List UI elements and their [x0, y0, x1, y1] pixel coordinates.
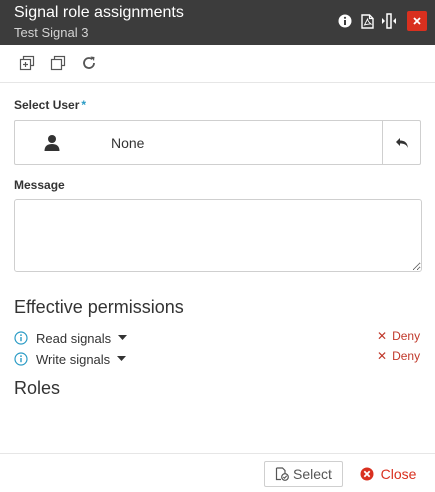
caret-down-icon[interactable]: [117, 356, 127, 362]
undo-arrow-icon: [396, 137, 408, 148]
select-user-label-text: Select User: [14, 98, 80, 112]
selected-user-value: None: [111, 135, 145, 151]
permission-row-read: Read signals: [14, 329, 128, 347]
user-icon: [43, 134, 61, 152]
select-button-label: Select: [293, 466, 332, 482]
toolbar-divider: [0, 82, 435, 83]
permission-status-read[interactable]: ✕ Deny: [377, 329, 420, 343]
effective-permissions-title: Effective permissions: [14, 297, 184, 317]
collapse-all-icon[interactable]: [49, 54, 67, 72]
window-titlebar: Signal role assignments Test Signal 3: [0, 0, 435, 45]
pdf-icon[interactable]: [359, 13, 375, 29]
resize-horizontal-icon[interactable]: [381, 13, 397, 29]
permission-status-write[interactable]: ✕ Deny: [377, 349, 420, 363]
footer-divider: [0, 453, 435, 454]
message-label: Message: [14, 178, 65, 192]
deny-label: Deny: [392, 349, 421, 363]
info-circle-icon[interactable]: [14, 331, 28, 345]
deny-x-icon: ✕: [377, 329, 388, 343]
close-button[interactable]: Close: [356, 461, 420, 487]
caret-down-icon[interactable]: [118, 335, 128, 341]
select-button[interactable]: Select: [264, 461, 343, 487]
roles-title: Roles: [14, 378, 61, 398]
deny-x-icon: ✕: [377, 349, 388, 363]
reset-user-button[interactable]: [383, 121, 421, 164]
expand-all-icon[interactable]: [18, 54, 36, 72]
document-check-icon: [275, 467, 289, 481]
window-title: Signal role assignments: [14, 4, 184, 21]
message-field[interactable]: [14, 199, 422, 272]
permission-name: Write signals: [36, 351, 111, 367]
required-marker: *: [81, 98, 87, 112]
info-icon[interactable]: [337, 13, 353, 29]
close-icon: [413, 17, 421, 25]
permission-row-write: Write signals: [14, 350, 127, 368]
close-window-button[interactable]: [407, 11, 427, 31]
select-user-label: Select User *: [14, 98, 86, 112]
close-circle-icon: [360, 467, 374, 481]
info-circle-icon[interactable]: [14, 352, 28, 366]
permission-name: Read signals: [36, 330, 112, 346]
deny-label: Deny: [392, 329, 421, 343]
user-picker[interactable]: None: [14, 120, 421, 165]
refresh-icon[interactable]: [80, 54, 98, 72]
window-subtitle: Test Signal 3: [14, 25, 89, 40]
close-button-label: Close: [380, 466, 417, 482]
